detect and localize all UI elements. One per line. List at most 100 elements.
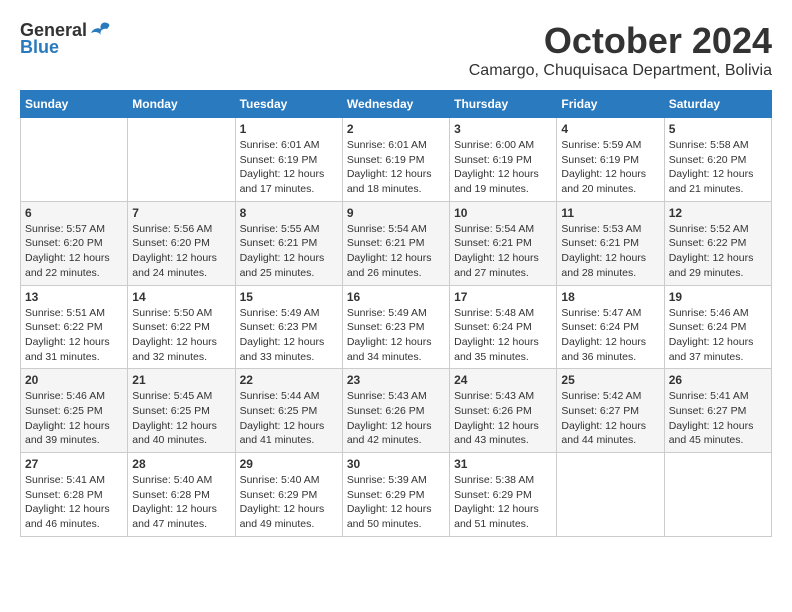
cell-info: Sunrise: 5:47 AMSunset: 6:24 PMDaylight:…: [561, 306, 659, 365]
cell-info: Sunrise: 5:39 AMSunset: 6:29 PMDaylight:…: [347, 473, 445, 532]
cell-info: Sunrise: 5:48 AMSunset: 6:24 PMDaylight:…: [454, 306, 552, 365]
calendar-cell: 20 Sunrise: 5:46 AMSunset: 6:25 PMDayligh…: [21, 369, 128, 453]
calendar-cell: 31Sunrise: 5:38 AMSunset: 6:29 PMDayligh…: [450, 453, 557, 537]
day-number: 1: [240, 122, 338, 136]
cell-info: Sunrise: 5:40 AMSunset: 6:29 PMDaylight:…: [240, 473, 338, 532]
calendar-cell: 22 Sunrise: 5:44 AMSunset: 6:25 PMDayligh…: [235, 369, 342, 453]
calendar-cell: [664, 453, 771, 537]
logo-bird-icon: [89, 21, 111, 41]
cell-info: Sunrise: 5:54 AMSunset: 6:21 PMDaylight:…: [347, 222, 445, 281]
cell-info: Sunrise: 5:43 AMSunset: 6:26 PMDaylight:…: [454, 389, 552, 448]
day-number: 20: [25, 373, 123, 387]
cell-info: Sunrise: 5:46 AMSunset: 6:25 PMDaylight:…: [25, 389, 123, 448]
cell-info: Sunrise: 5:51 AMSunset: 6:22 PMDaylight:…: [25, 306, 123, 365]
col-thursday: Thursday: [450, 91, 557, 118]
calendar-week-row: 13Sunrise: 5:51 AMSunset: 6:22 PMDayligh…: [21, 285, 772, 369]
calendar-cell: 5Sunrise: 5:58 AMSunset: 6:20 PMDaylight…: [664, 118, 771, 202]
col-monday: Monday: [128, 91, 235, 118]
calendar-cell: 28Sunrise: 5:40 AMSunset: 6:28 PMDayligh…: [128, 453, 235, 537]
cell-info: Sunrise: 6:01 AMSunset: 6:19 PMDaylight:…: [347, 138, 445, 197]
cell-info: Sunrise: 5:55 AMSunset: 6:21 PMDaylight:…: [240, 222, 338, 281]
cell-info: Sunrise: 5:53 AMSunset: 6:21 PMDaylight:…: [561, 222, 659, 281]
cell-info: Sunrise: 5:56 AMSunset: 6:20 PMDaylight:…: [132, 222, 230, 281]
col-friday: Friday: [557, 91, 664, 118]
col-tuesday: Tuesday: [235, 91, 342, 118]
page-header: General Blue October 2024 Camargo, Chuqu…: [20, 20, 772, 80]
calendar-cell: 16 Sunrise: 5:49 AMSunset: 6:23 PMDayligh…: [342, 285, 449, 369]
day-number: 18: [561, 290, 659, 304]
calendar-cell: 10Sunrise: 5:54 AMSunset: 6:21 PMDayligh…: [450, 201, 557, 285]
title-block: October 2024 Camargo, Chuquisaca Departm…: [469, 20, 772, 80]
calendar-header-row: Sunday Monday Tuesday Wednesday Thursday…: [21, 91, 772, 118]
calendar-week-row: 27 Sunrise: 5:41 AMSunset: 6:28 PMDayligh…: [21, 453, 772, 537]
calendar-cell: 8 Sunrise: 5:55 AMSunset: 6:21 PMDaylight…: [235, 201, 342, 285]
day-number: 11: [561, 206, 659, 220]
calendar-week-row: 6Sunrise: 5:57 AMSunset: 6:20 PMDaylight…: [21, 201, 772, 285]
calendar-cell: [128, 118, 235, 202]
cell-info: Sunrise: 5:54 AMSunset: 6:21 PMDaylight:…: [454, 222, 552, 281]
cell-info: Sunrise: 5:59 AMSunset: 6:19 PMDaylight:…: [561, 138, 659, 197]
logo: General Blue: [20, 20, 111, 58]
calendar-cell: 12 Sunrise: 5:52 AMSunset: 6:22 PMDayligh…: [664, 201, 771, 285]
cell-info: Sunrise: 5:44 AMSunset: 6:25 PMDaylight:…: [240, 389, 338, 448]
day-number: 22: [240, 373, 338, 387]
calendar-cell: [21, 118, 128, 202]
cell-info: Sunrise: 5:57 AMSunset: 6:20 PMDaylight:…: [25, 222, 123, 281]
day-number: 29: [240, 457, 338, 471]
logo-blue-text: Blue: [20, 37, 59, 58]
cell-info: Sunrise: 5:42 AMSunset: 6:27 PMDaylight:…: [561, 389, 659, 448]
day-number: 9: [347, 206, 445, 220]
day-number: 21: [132, 373, 230, 387]
calendar-cell: 11 Sunrise: 5:53 AMSunset: 6:21 PMDayligh…: [557, 201, 664, 285]
calendar-cell: 18 Sunrise: 5:47 AMSunset: 6:24 PMDayligh…: [557, 285, 664, 369]
calendar-cell: 24 Sunrise: 5:43 AMSunset: 6:26 PMDayligh…: [450, 369, 557, 453]
day-number: 24: [454, 373, 552, 387]
day-number: 23: [347, 373, 445, 387]
cell-info: Sunrise: 5:43 AMSunset: 6:26 PMDaylight:…: [347, 389, 445, 448]
calendar-cell: 3 Sunrise: 6:00 AMSunset: 6:19 PMDaylight…: [450, 118, 557, 202]
day-number: 14: [132, 290, 230, 304]
cell-info: Sunrise: 5:52 AMSunset: 6:22 PMDaylight:…: [669, 222, 767, 281]
cell-info: Sunrise: 6:00 AMSunset: 6:19 PMDaylight:…: [454, 138, 552, 197]
cell-info: Sunrise: 5:46 AMSunset: 6:24 PMDaylight:…: [669, 306, 767, 365]
calendar-cell: 1 Sunrise: 6:01 AMSunset: 6:19 PMDaylight…: [235, 118, 342, 202]
calendar-week-row: 20 Sunrise: 5:46 AMSunset: 6:25 PMDayligh…: [21, 369, 772, 453]
day-number: 7: [132, 206, 230, 220]
cell-info: Sunrise: 6:01 AMSunset: 6:19 PMDaylight:…: [240, 138, 338, 197]
calendar-cell: 15Sunrise: 5:49 AMSunset: 6:23 PMDayligh…: [235, 285, 342, 369]
cell-info: Sunrise: 5:41 AMSunset: 6:27 PMDaylight:…: [669, 389, 767, 448]
cell-info: Sunrise: 5:41 AMSunset: 6:28 PMDaylight:…: [25, 473, 123, 532]
month-title: October 2024: [469, 20, 772, 62]
day-number: 8: [240, 206, 338, 220]
day-number: 25: [561, 373, 659, 387]
cell-info: Sunrise: 5:50 AMSunset: 6:22 PMDaylight:…: [132, 306, 230, 365]
day-number: 4: [561, 122, 659, 136]
day-number: 19: [669, 290, 767, 304]
cell-info: Sunrise: 5:49 AMSunset: 6:23 PMDaylight:…: [240, 306, 338, 365]
calendar-cell: 14 Sunrise: 5:50 AMSunset: 6:22 PMDayligh…: [128, 285, 235, 369]
cell-info: Sunrise: 5:49 AMSunset: 6:23 PMDaylight:…: [347, 306, 445, 365]
calendar-cell: [557, 453, 664, 537]
calendar-cell: 26 Sunrise: 5:41 AMSunset: 6:27 PMDayligh…: [664, 369, 771, 453]
day-number: 26: [669, 373, 767, 387]
day-number: 5: [669, 122, 767, 136]
col-wednesday: Wednesday: [342, 91, 449, 118]
calendar-cell: 6Sunrise: 5:57 AMSunset: 6:20 PMDaylight…: [21, 201, 128, 285]
cell-info: Sunrise: 5:45 AMSunset: 6:25 PMDaylight:…: [132, 389, 230, 448]
location-subtitle: Camargo, Chuquisaca Department, Bolivia: [469, 62, 772, 80]
calendar-cell: 17 Sunrise: 5:48 AMSunset: 6:24 PMDayligh…: [450, 285, 557, 369]
calendar-cell: 23 Sunrise: 5:43 AMSunset: 6:26 PMDayligh…: [342, 369, 449, 453]
day-number: 3: [454, 122, 552, 136]
calendar-cell: 13Sunrise: 5:51 AMSunset: 6:22 PMDayligh…: [21, 285, 128, 369]
day-number: 27: [25, 457, 123, 471]
cell-info: Sunrise: 5:38 AMSunset: 6:29 PMDaylight:…: [454, 473, 552, 532]
calendar-week-row: 1 Sunrise: 6:01 AMSunset: 6:19 PMDaylight…: [21, 118, 772, 202]
col-saturday: Saturday: [664, 91, 771, 118]
day-number: 17: [454, 290, 552, 304]
calendar-table: Sunday Monday Tuesday Wednesday Thursday…: [20, 90, 772, 537]
calendar-cell: 25 Sunrise: 5:42 AMSunset: 6:27 PMDayligh…: [557, 369, 664, 453]
day-number: 12: [669, 206, 767, 220]
calendar-cell: 30Sunrise: 5:39 AMSunset: 6:29 PMDayligh…: [342, 453, 449, 537]
calendar-cell: 19 Sunrise: 5:46 AMSunset: 6:24 PMDayligh…: [664, 285, 771, 369]
day-number: 16: [347, 290, 445, 304]
